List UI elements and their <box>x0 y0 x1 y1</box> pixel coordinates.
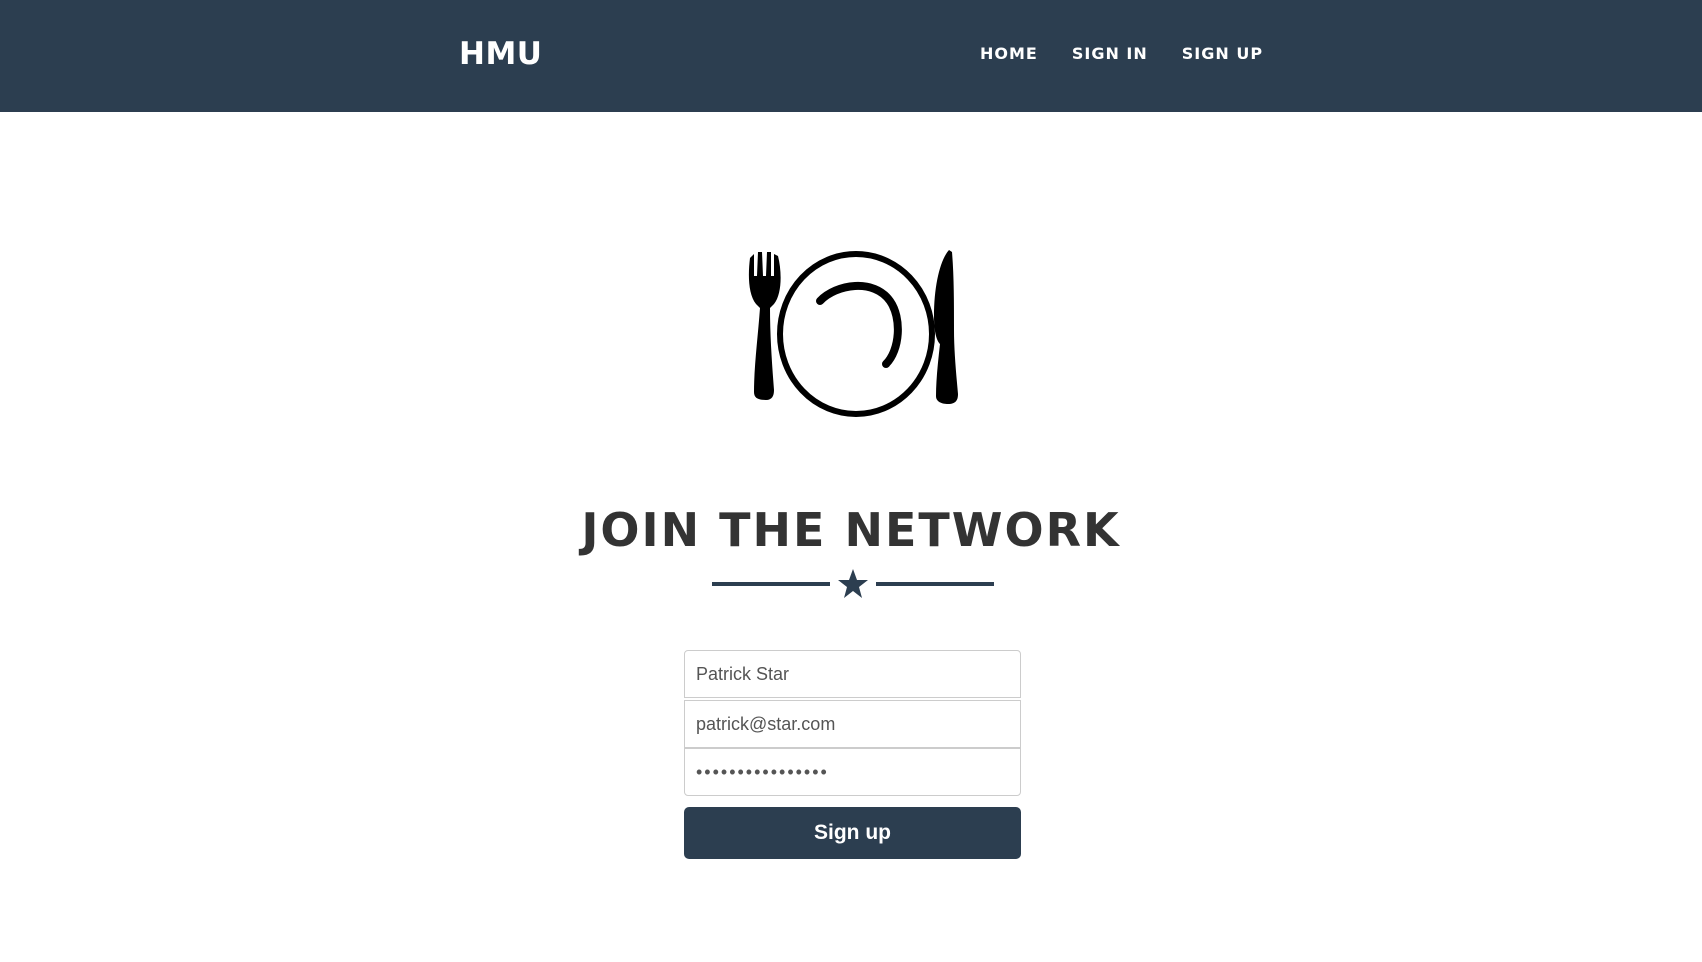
nav-home-link[interactable]: HOME <box>980 44 1038 64</box>
fork-icon <box>748 252 781 400</box>
title-divider <box>712 567 994 601</box>
top-navbar: HMU HOME SIGN IN SIGN UP <box>0 0 1702 112</box>
brand-logo[interactable]: HMU <box>459 34 542 74</box>
signup-form: Sign up <box>684 650 1021 859</box>
nav-sign-up-link[interactable]: SIGN UP <box>1182 44 1263 64</box>
name-field[interactable] <box>684 650 1021 698</box>
password-field[interactable] <box>684 748 1021 796</box>
nav-sign-in-link[interactable]: SIGN IN <box>1072 44 1148 64</box>
divider-line-left <box>712 582 830 586</box>
knife-icon <box>934 250 958 404</box>
divider-line-right <box>876 582 994 586</box>
email-field[interactable] <box>684 700 1021 748</box>
star-icon <box>838 569 868 598</box>
plate-icon <box>777 251 935 417</box>
plate-fork-knife-icon <box>744 246 966 422</box>
page-title: JOIN THE NETWORK <box>581 503 1121 557</box>
nav-links: HOME SIGN IN SIGN UP <box>980 44 1263 64</box>
sign-up-button[interactable]: Sign up <box>684 807 1021 859</box>
